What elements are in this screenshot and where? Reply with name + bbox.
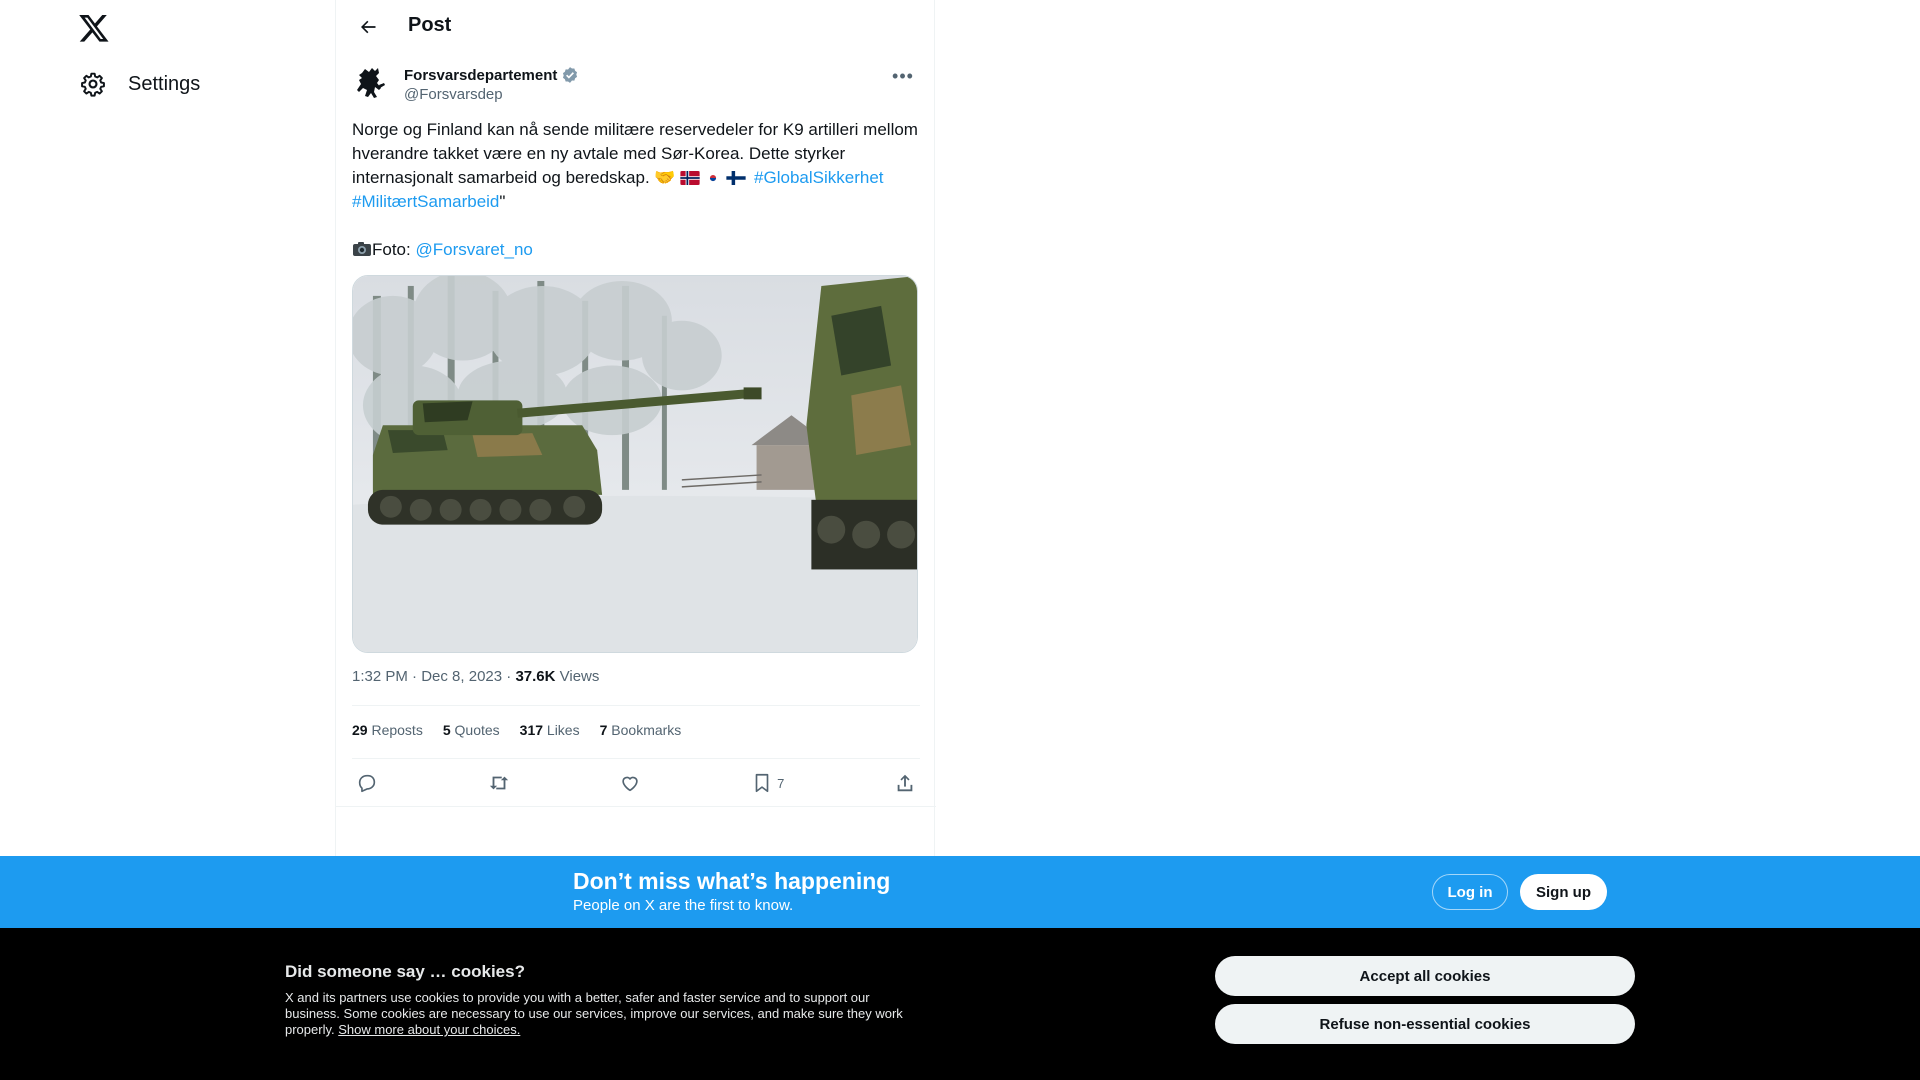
likes-label: Likes: [543, 722, 580, 738]
divider: [352, 705, 920, 706]
reposts-count: 29: [352, 722, 368, 738]
arrow-left-icon: [361, 20, 376, 34]
author-name[interactable]: Forsvarsdepartement: [404, 66, 579, 84]
more-options-button[interactable]: •••: [886, 64, 920, 88]
likes-count: 317: [519, 722, 544, 738]
nav-settings-label: Settings: [128, 72, 201, 95]
ellipsis-icon: •••: [892, 65, 914, 86]
views-count: 37.6K: [515, 668, 556, 685]
accept-cookies-button[interactable]: Accept all cookies: [1215, 956, 1635, 996]
tweet-meta: 1:32 PM · Dec 8, 2023 · 37.6K Views: [352, 668, 599, 685]
post-header: Post: [336, 0, 936, 53]
photo-credit: Foto: @Forsvaret_no: [352, 238, 920, 262]
bookmark-button[interactable]: 7: [747, 768, 788, 798]
tweet-stats: 29 Reposts 5 Quotes 317 Likes 7 Bookmark…: [352, 722, 681, 738]
hashtag-militaert-samarbeid[interactable]: #MilitærtSamarbeid: [352, 192, 499, 211]
reposts-link[interactable]: 29 Reposts: [352, 722, 423, 738]
lion-crest-icon: [357, 68, 385, 98]
heart-icon: [622, 776, 639, 792]
signup-button[interactable]: Sign up: [1520, 874, 1607, 910]
mention-forsvaret[interactable]: @Forsvaret_no: [415, 240, 532, 259]
bookmarks-link[interactable]: 7 Bookmarks: [600, 722, 682, 738]
divider: [352, 758, 920, 759]
tweet-author: Forsvarsdepartement @Forsvarsdep •••: [352, 64, 920, 108]
flag-finland-icon: [726, 171, 746, 185]
back-button[interactable]: [352, 11, 384, 43]
cookie-choices-link[interactable]: Show more about your choices.: [338, 1022, 520, 1037]
bookmark-action-count: 7: [777, 775, 785, 791]
gear-icon: [81, 72, 105, 97]
share-icon: [897, 774, 913, 792]
views-label: Views: [555, 668, 600, 685]
flag-norway-icon: [680, 171, 700, 185]
author-handle[interactable]: @Forsvarsdep: [404, 86, 503, 103]
tweet-time[interactable]: 1:32 PM: [352, 668, 408, 685]
k9-artillery-photo: [353, 276, 917, 652]
reposts-label: Reposts: [367, 722, 423, 738]
reply-button[interactable]: [352, 768, 382, 798]
hashtag-global-sikkerhet[interactable]: #GlobalSikkerhet: [754, 168, 883, 187]
likes-link[interactable]: 317 Likes: [520, 722, 580, 738]
bookmark-icon: [755, 773, 769, 793]
tweet-text: Norge og Finland kan nå sende militære r…: [352, 118, 920, 262]
avatar[interactable]: [352, 64, 392, 104]
tweet-date[interactable]: Dec 8, 2023: [421, 668, 502, 685]
page-title: Post: [408, 14, 452, 36]
signup-title: Don’t miss what’s happening: [573, 868, 891, 894]
login-button[interactable]: Log in: [1432, 874, 1508, 910]
tweet-actions: 7: [352, 768, 920, 798]
reply-icon: [358, 774, 376, 793]
flag-south-korea-icon: [703, 171, 723, 185]
share-button[interactable]: [890, 768, 920, 798]
repost-button[interactable]: [484, 768, 514, 798]
quotes-label: Quotes: [450, 722, 500, 738]
quotes-count: 5: [442, 722, 451, 738]
signup-bar: Don’t miss what’s happening People on X …: [0, 856, 1920, 928]
nav-settings[interactable]: Settings: [80, 71, 200, 97]
verified-badge-icon: [563, 67, 578, 83]
quote-end: ": [499, 192, 506, 211]
signup-subtitle: People on X are the first to know.: [573, 897, 794, 914]
refuse-cookies-button[interactable]: Refuse non-essential cookies: [1215, 1004, 1635, 1044]
meta-separator-2: ·: [502, 668, 516, 685]
author-name-text: Forsvarsdepartement: [404, 66, 558, 84]
tweet-media-image[interactable]: [352, 275, 918, 653]
repost-icon: [489, 776, 508, 790]
cookie-title: Did someone say … cookies?: [285, 962, 525, 981]
cookie-banner: Did someone say … cookies? X and its par…: [0, 928, 1920, 1080]
quotes-link[interactable]: 5 Quotes: [443, 722, 500, 738]
bookmarks-label: Bookmarks: [607, 722, 682, 738]
x-logo-icon[interactable]: [78, 12, 110, 44]
camera-icon: [353, 242, 371, 256]
photo-credit-prefix: Foto:: [372, 240, 416, 259]
meta-separator-1: ·: [407, 668, 422, 685]
like-button[interactable]: [615, 768, 645, 798]
cookie-text: X and its partners use cookies to provid…: [285, 990, 910, 1038]
divider: [336, 806, 936, 807]
